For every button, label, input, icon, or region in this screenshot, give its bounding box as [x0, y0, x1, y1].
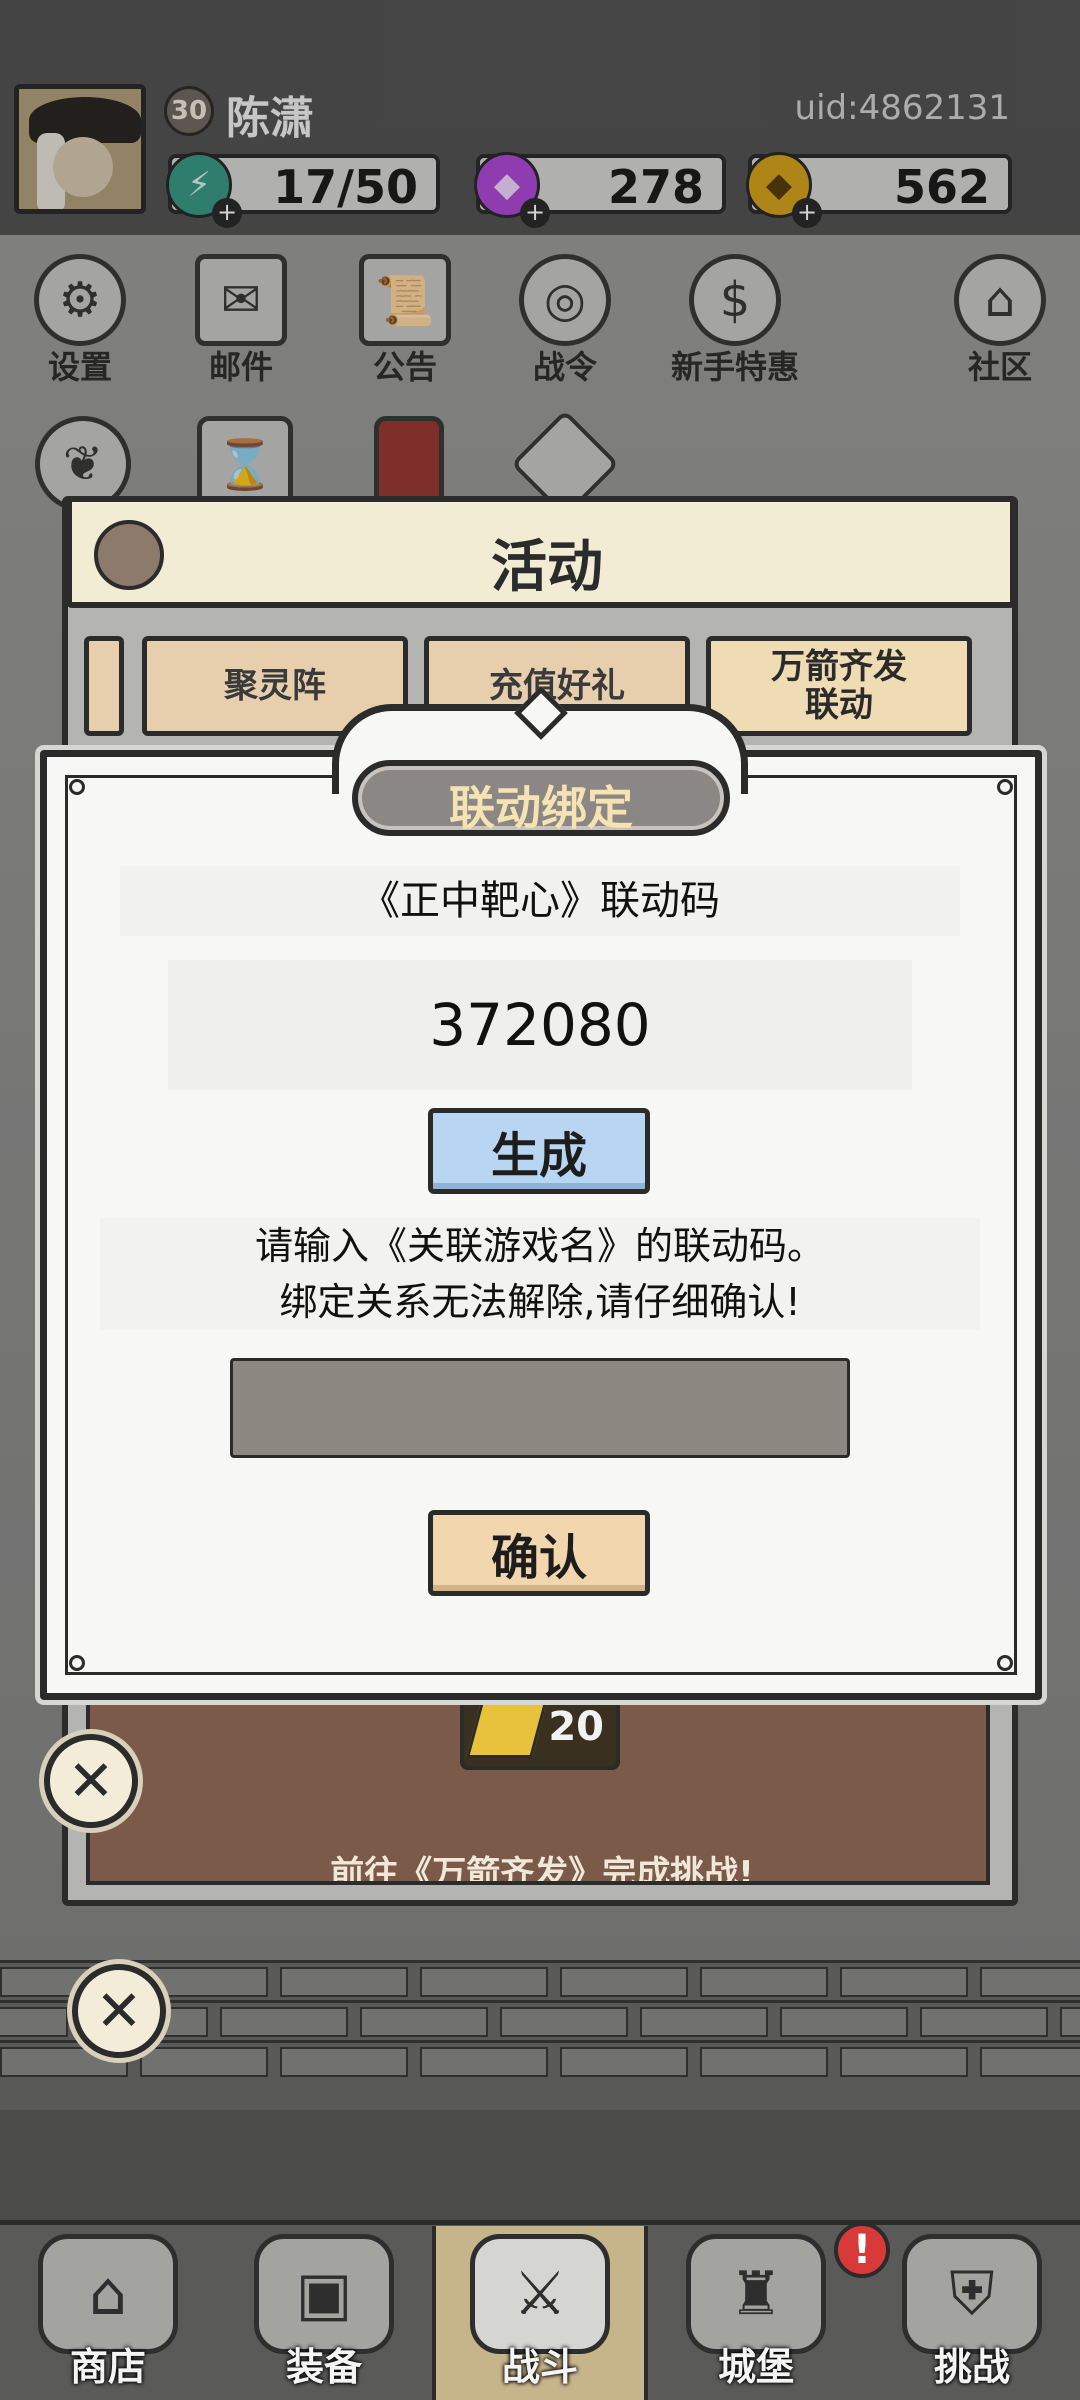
nav-label: 城堡: [717, 2345, 794, 2389]
nav-battle[interactable]: ⚔ 战斗: [432, 2226, 648, 2400]
tab-partial[interactable]: [84, 636, 124, 736]
hint-line-2: 绑定关系无法解除,请仔细确认!: [279, 1280, 801, 1324]
banner-text: 前往《万箭齐发》完成挑战!: [330, 1854, 754, 1885]
game-screen: 30 陈潇 uid:4862131 ⚡ + 17/50 ◆ + 278 ◆ + …: [0, 0, 1080, 2400]
close-activity-button[interactable]: ✕: [44, 1734, 138, 1828]
castle-alert-badge: !: [834, 2222, 890, 2278]
collab-code-input[interactable]: [230, 1358, 850, 1458]
collab-code-title: 《正中靶心》联动码: [120, 866, 960, 936]
close-button[interactable]: ✕: [72, 1964, 166, 2058]
collab-code-value: 372080: [168, 960, 912, 1090]
nav-shop[interactable]: ⌂ 商店: [0, 2226, 216, 2400]
close-icon: ✕: [95, 1978, 143, 2044]
nav-castle[interactable]: ♜ 城堡: [648, 2226, 864, 2400]
activity-title: 活动: [491, 535, 603, 600]
nav-label: 装备: [285, 2345, 362, 2389]
gem-icon: [465, 1698, 549, 1758]
activity-header: 活动: [66, 496, 1016, 608]
reward-badge: 20: [460, 1690, 620, 1770]
confirm-button[interactable]: 确认: [428, 1510, 650, 1596]
generate-button[interactable]: 生成: [428, 1108, 650, 1194]
tab-collab-event[interactable]: 万箭齐发 联动: [706, 636, 972, 736]
hint-line-1: 请输入《关联游戏名》的联动码。: [254, 1224, 825, 1268]
nav-label: 商店: [69, 2345, 146, 2389]
dialog-title-plate: 联动绑定: [352, 760, 730, 836]
nav-label: 挑战: [933, 2345, 1010, 2389]
nav-challenge[interactable]: ⛨ 挑战: [864, 2226, 1080, 2400]
close-icon: ✕: [67, 1748, 115, 1814]
reward-count: 20: [548, 1704, 604, 1750]
bind-hint: 请输入《关联游戏名》的联动码。 绑定关系无法解除,请仔细确认!: [100, 1218, 980, 1330]
dialog-title: 联动绑定: [449, 781, 633, 835]
nav-equipment[interactable]: ▣ 装备: [216, 2226, 432, 2400]
nav-label: 战斗: [501, 2345, 578, 2389]
